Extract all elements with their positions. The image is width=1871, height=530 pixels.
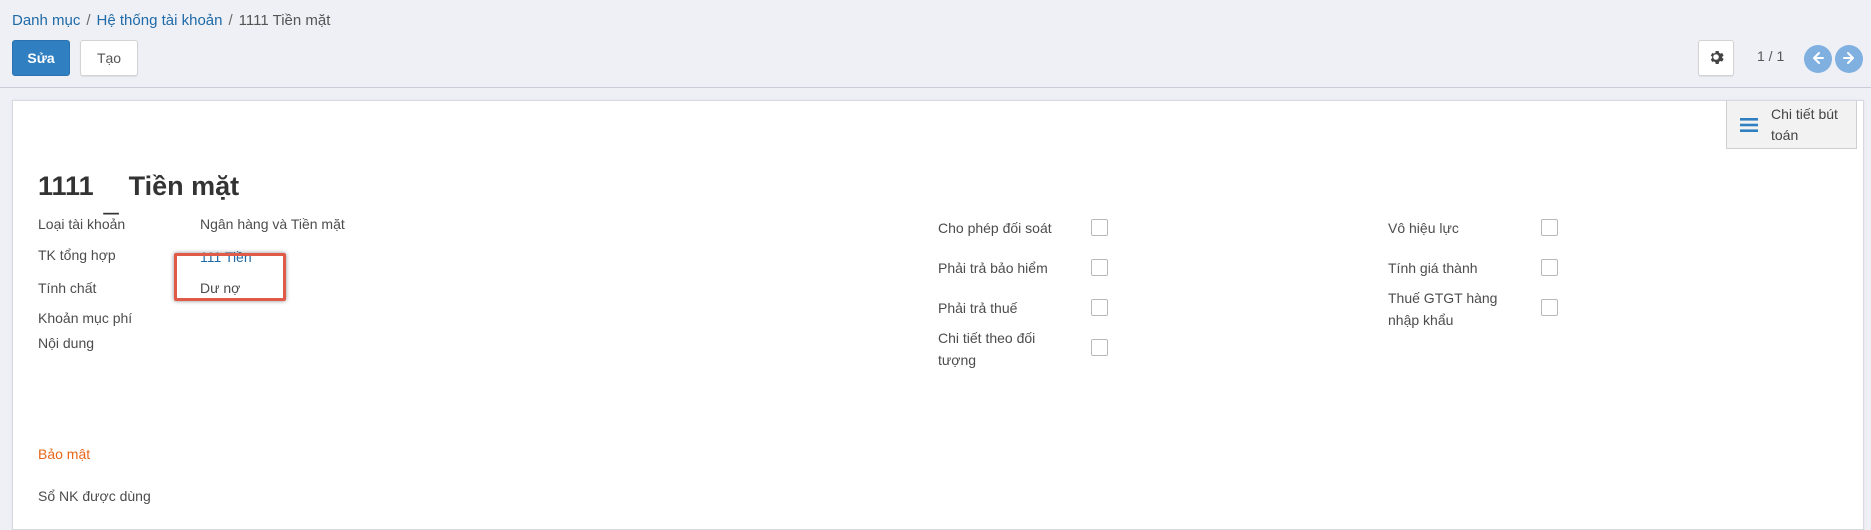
- arrow-left-icon: [1811, 51, 1825, 68]
- settings-button[interactable]: [1698, 40, 1734, 76]
- security-group-title: Bảo mật: [38, 446, 91, 462]
- list-icon: [1727, 116, 1771, 134]
- next-record-button[interactable]: [1835, 45, 1863, 73]
- checkbox-label-tax: Phải trả thuế: [938, 300, 1018, 316]
- allowed-journals-label: Sổ NK được dùng: [38, 488, 151, 504]
- create-button[interactable]: Tạo: [80, 40, 138, 76]
- title-separator: _: [103, 185, 119, 215]
- breadcrumb-item-he-thong-tai-khoan[interactable]: Hệ thống tài khoản: [97, 12, 223, 29]
- account-code: 1111: [38, 171, 94, 201]
- partner-detail-checkbox[interactable]: [1091, 339, 1108, 356]
- expense-item-label: Khoản mục phí: [38, 310, 133, 326]
- account-name: Tiền mặt: [128, 171, 240, 201]
- checkbox-label-insurance: Phải trả bảo hiểm: [938, 260, 1048, 276]
- stat-button-label: Chi tiết bút toán: [1771, 105, 1838, 143]
- checkbox-label-partner-detail: Chi tiết theo đối tượng: [938, 330, 1036, 368]
- nature-label: Tính chất: [38, 280, 97, 296]
- tax-payable-checkbox[interactable]: [1091, 299, 1108, 316]
- breadcrumb-separator: /: [228, 12, 233, 29]
- breadcrumb-separator: /: [86, 12, 91, 29]
- previous-record-button[interactable]: [1804, 45, 1832, 73]
- checkbox-label-costing: Tính giá thành: [1388, 260, 1478, 276]
- content-label: Nội dung: [38, 335, 95, 351]
- import-vat-checkbox[interactable]: [1541, 299, 1558, 316]
- checkbox-label-reconcile: Cho phép đối soát: [938, 220, 1052, 236]
- page-title: 1111 _ Tiền mặt: [38, 171, 240, 215]
- checkbox-label-import-vat: Thuế GTGT hàng nhập khẩu: [1388, 290, 1498, 328]
- checkbox-label-deprecated: Vô hiệu lực: [1388, 220, 1459, 236]
- breadcrumb-current: 1111 Tiền mặt: [238, 12, 331, 29]
- breadcrumb: Danh mục / Hệ thống tài khoản / 1111 Tiền mặ…: [12, 12, 330, 29]
- gear-icon: [1708, 49, 1724, 68]
- arrow-right-icon: [1842, 51, 1856, 68]
- control-panel: Danh mục / Hệ thống tài khoản / 1111 Tiền mặ…: [0, 0, 1871, 88]
- highlight-annotation: [174, 253, 286, 301]
- pager-value[interactable]: 1 / 1: [1757, 48, 1784, 64]
- deprecated-checkbox[interactable]: [1541, 219, 1558, 236]
- edit-button[interactable]: Sửa: [12, 40, 70, 76]
- insurance-payable-checkbox[interactable]: [1091, 259, 1108, 276]
- account-type-label: Loại tài khoản: [38, 216, 126, 232]
- account-type-value: Ngân hàng và Tiền mặt: [200, 216, 345, 232]
- reconcile-checkbox[interactable]: [1091, 219, 1108, 236]
- form-sheet: Chi tiết bút toán 1111 _ Tiền mặt Loại tài…: [12, 100, 1864, 530]
- journal-items-stat-button[interactable]: Chi tiết bút toán: [1726, 101, 1857, 149]
- costing-checkbox[interactable]: [1541, 259, 1558, 276]
- breadcrumb-item-danh-muc[interactable]: Danh mục: [12, 12, 80, 29]
- parent-account-label: TK tổng hợp: [38, 247, 116, 263]
